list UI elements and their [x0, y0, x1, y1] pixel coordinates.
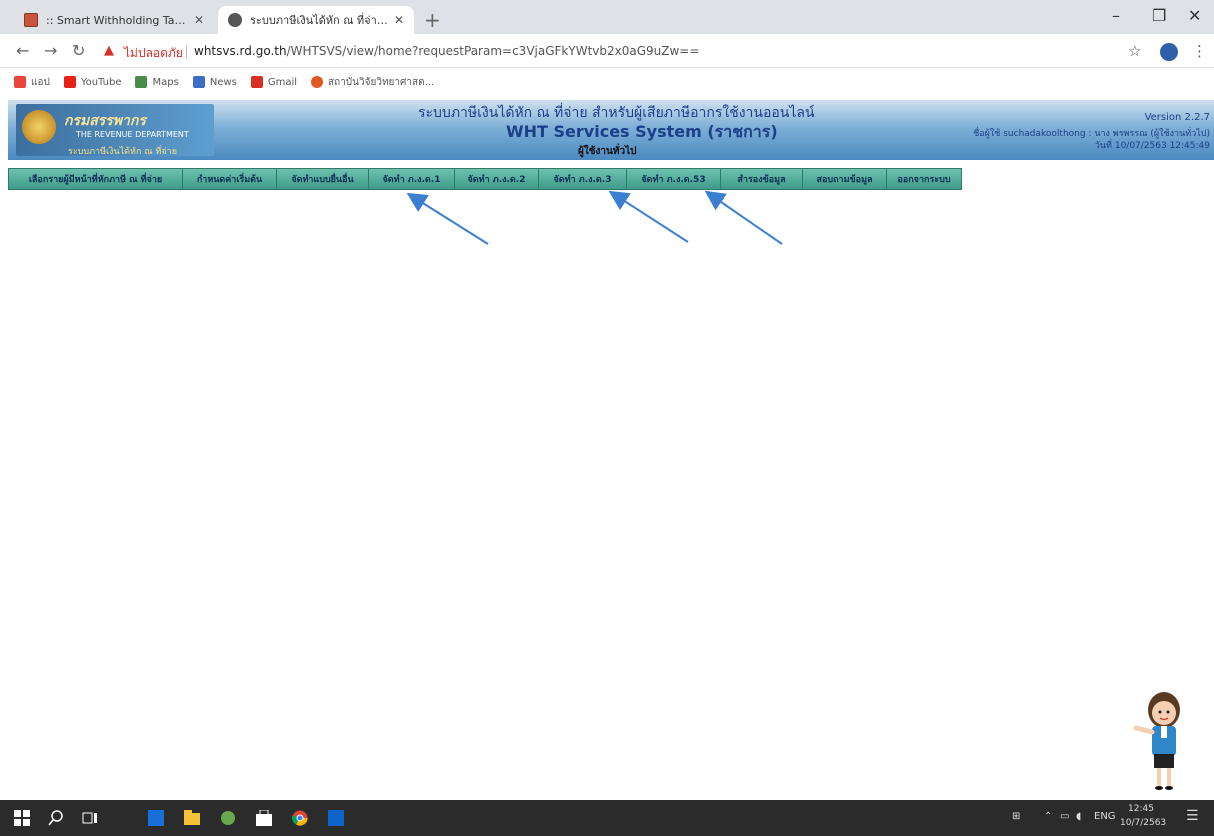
address-divider [186, 45, 187, 59]
youtube-icon [63, 76, 76, 88]
globe-icon [228, 13, 242, 27]
bookmark-label: สถาบันวิจัยวิทยาศาสต... [328, 76, 435, 88]
language-indicator[interactable]: ENG [1094, 811, 1116, 822]
maps-icon [135, 76, 148, 88]
logo-title: กรมสรรพากร [64, 113, 146, 129]
tray-volume-icon[interactable]: ◖ [1076, 811, 1081, 822]
edge-browser-icon[interactable] [148, 810, 164, 826]
bookmark-apps[interactable]: แอป [14, 75, 50, 90]
tray-chevron-up-icon[interactable]: ⌃ [1044, 811, 1052, 822]
tray-network-icon[interactable]: ⊞ [1012, 811, 1020, 822]
bookmark-label: YouTube [80, 76, 122, 88]
user-type-label: ผู้ใช้งานทั่วไป [578, 146, 637, 157]
bookmark-label: แอป [31, 76, 50, 88]
restore-icon[interactable]: ❐ [1152, 6, 1166, 25]
file-explorer-icon[interactable] [184, 810, 200, 826]
search-icon[interactable] [48, 810, 64, 826]
outlook-icon[interactable] [328, 810, 344, 826]
new-tab-button[interactable]: + [424, 8, 441, 32]
version-label: Version 2.2.7 [1144, 112, 1210, 123]
tab-wht-services[interactable]: ระบบภาษีเงินได้หัก ณ ที่จ่าย สำหรับผู้เ … [218, 6, 414, 34]
bookmark-institute[interactable]: สถาบันวิจัยวิทยาศาสต... [311, 75, 434, 90]
warning-icon[interactable]: ▲ [104, 43, 114, 58]
menu-kebab-icon[interactable]: ⋮ [1192, 42, 1207, 60]
site-header: กรมสรรพากร THE REVENUE DEPARTMENT ระบบภา… [8, 100, 1214, 160]
tab-title: ระบบภาษีเงินได้หัก ณ ที่จ่าย สำหรับผู้เ [250, 14, 388, 27]
menu-pnd2[interactable]: จัดทำ ภ.ง.ด.2 [454, 168, 538, 190]
close-window-icon[interactable]: ✕ [1188, 6, 1201, 25]
bookmark-youtube[interactable]: YouTube [63, 76, 122, 88]
not-secure-label[interactable]: ไม่ปลอดภัย [124, 44, 183, 63]
bookmark-gmail[interactable]: Gmail [250, 76, 298, 88]
reload-icon[interactable]: ↻ [72, 41, 85, 60]
bookmark-label: Gmail [267, 76, 298, 88]
menu-inquiry[interactable]: สอบถามข้อมูล [802, 168, 886, 190]
task-view-icon[interactable] [82, 810, 98, 826]
profile-avatar[interactable] [1160, 43, 1178, 61]
arrow-to-pnd53 [704, 190, 783, 245]
help-assistant-avatar[interactable] [1130, 688, 1190, 792]
site-favicon-icon [24, 13, 38, 27]
news-icon [192, 76, 205, 88]
menu-default-settings[interactable]: กำหนดค่าเริ่มต้น [182, 168, 276, 190]
logo-subtitle: THE REVENUE DEPARTMENT [76, 130, 189, 139]
main-menu: เลือกรายผู้มีหน้าที่หักภาษี ณ ที่จ่าย กำ… [8, 168, 962, 190]
login-datetime: วันที่ 10/07/2563 12:45:49 [1094, 141, 1210, 151]
tab-smart-withholding-tax[interactable]: :: Smart Withholding Tax :: ✕ [14, 6, 214, 34]
institute-icon [311, 76, 324, 88]
tab-title: :: Smart Withholding Tax :: [46, 13, 188, 27]
url-path: /WHTSVS/view/home?requestParam=c3VjaGFkY… [286, 44, 700, 58]
bookmark-label: News [209, 76, 237, 88]
menu-logout[interactable]: ออกจากระบบ [886, 168, 962, 190]
menu-pnd1[interactable]: จัดทำ ภ.ง.ด.1 [368, 168, 454, 190]
taskbar-clock-date[interactable]: 10/7/2563 [1120, 818, 1166, 828]
url-host: whtsvs.rd.go.th [194, 44, 287, 58]
store-icon[interactable] [256, 810, 272, 826]
chrome-icon[interactable] [292, 810, 308, 826]
minimize-icon[interactable]: – [1112, 6, 1120, 25]
menu-pnd53[interactable]: จัดทำ ภ.ง.ด.53 [626, 168, 720, 190]
system-title-english: WHT Services System (ราชการ) [506, 122, 778, 141]
arrow-to-pnd3 [608, 190, 689, 243]
windows-taskbar: ⊞ ⌃ ▭ ◖ ENG 12:45 10/7/2563 ☰ [0, 800, 1214, 836]
notifications-icon[interactable]: ☰ [1186, 808, 1199, 824]
logo-slogan: ระบบภาษีเงินได้หัก ณ ที่จ่าย [68, 147, 177, 157]
menu-select-withholder[interactable]: เลือกรายผู้มีหน้าที่หักภาษี ณ ที่จ่าย [8, 168, 182, 190]
bookmark-star-icon[interactable]: ☆ [1128, 42, 1141, 60]
browser-tab-strip: :: Smart Withholding Tax :: ✕ ระบบภาษีเง… [0, 0, 1214, 34]
department-seal-icon [22, 110, 56, 144]
menu-backup[interactable]: สำรองข้อมูล [720, 168, 802, 190]
gmail-icon [250, 76, 263, 88]
bookmark-label: Maps [152, 76, 179, 88]
bookmark-news[interactable]: News [192, 76, 237, 88]
taskbar-clock-time[interactable]: 12:45 [1128, 804, 1154, 814]
close-tab-icon[interactable]: ✕ [194, 13, 204, 27]
bookmark-maps[interactable]: Maps [135, 76, 179, 88]
forward-icon[interactable]: → [44, 41, 57, 60]
back-icon[interactable]: ← [16, 41, 29, 60]
menu-pnd3[interactable]: จัดทำ ภ.ง.ด.3 [538, 168, 626, 190]
bookmarks-bar: แอป YouTube Maps News Gmail สถาบันวิจัยว… [0, 68, 1214, 96]
arrow-to-pnd1 [406, 192, 489, 245]
menu-other-forms[interactable]: จัดทำแบบยื่นอื่น [276, 168, 368, 190]
tray-display-icon[interactable]: ▭ [1060, 811, 1069, 822]
revenue-department-logo: กรมสรรพากร THE REVENUE DEPARTMENT ระบบภา… [16, 104, 214, 157]
apps-grid-icon [14, 76, 26, 88]
close-tab-icon[interactable]: ✕ [394, 13, 404, 27]
address-bar[interactable]: whtsvs.rd.go.th/WHTSVS/view/home?request… [194, 44, 699, 58]
windows-start-icon[interactable] [14, 810, 30, 826]
globe-app-icon[interactable] [220, 810, 236, 826]
browser-toolbar: ← → ↻ ▲ ไม่ปลอดภัย whtsvs.rd.go.th/WHTSV… [0, 34, 1214, 68]
